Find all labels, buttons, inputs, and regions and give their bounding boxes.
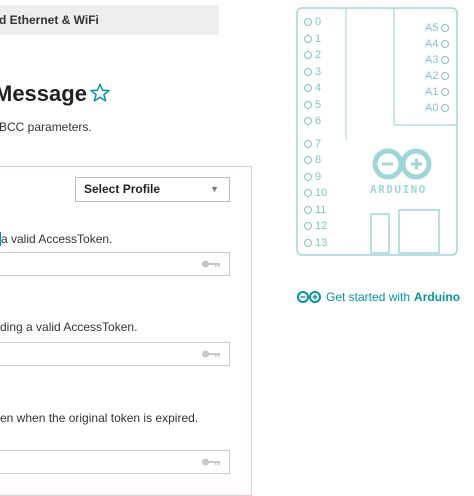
pin-label: 2 [315, 49, 322, 61]
page-title: Message [0, 81, 87, 106]
pin-label: A1 [425, 86, 439, 98]
pin-dot-icon [441, 88, 450, 96]
pin-label: 1 [315, 32, 322, 45]
arduino-infinity-icon [297, 291, 321, 303]
analog-pin-A2: A2 [425, 70, 450, 82]
pin-dot-icon [441, 24, 450, 32]
digital-pin-13: 13 [304, 237, 327, 249]
pin-dot-icon [441, 40, 450, 48]
pin-dot-icon [304, 100, 312, 109]
pin-dot-icon [441, 104, 450, 112]
get-started-text: Get started with [326, 290, 411, 304]
pin-dot-icon [304, 18, 312, 26]
pin-label: 6 [315, 115, 322, 127]
client-secret-input[interactable] [0, 450, 230, 474]
board-logo-text: ARDUINO [370, 183, 427, 196]
pin-label: A0 [425, 102, 439, 114]
pin-label: 11 [315, 203, 327, 216]
profile-select[interactable]: Select Profile ▼ [75, 177, 230, 202]
key-icon [202, 260, 220, 268]
analog-pin-A4: A4 [425, 38, 450, 50]
digital-pin-5: 5 [304, 99, 321, 111]
pin-label: 0 [315, 16, 322, 28]
digital-pin-7: 7 [304, 138, 321, 150]
key-icon [202, 458, 220, 466]
pin-label: 7 [315, 137, 322, 150]
pin-dot-icon [304, 205, 312, 214]
pin-dot-icon [304, 172, 312, 181]
analog-pin-A3: A3 [425, 54, 450, 66]
star-icon[interactable] [89, 82, 111, 104]
pin-label: 9 [315, 170, 322, 183]
pin-dot-icon [441, 56, 450, 64]
analog-pin-A1: A1 [425, 86, 450, 98]
digital-pin-3: 3 [304, 66, 321, 78]
field-label-3-text: en when the original token is expired. [0, 411, 199, 425]
pin-dot-icon [304, 67, 312, 76]
digital-pin-4: 4 [304, 82, 321, 94]
pin-dot-icon [304, 117, 312, 125]
access-token-input[interactable] [0, 252, 230, 276]
breadcrumb: d Ethernet & WiFi [0, 5, 219, 35]
pin-label: A4 [425, 38, 439, 50]
get-started-link[interactable]: Get started with Arduino [296, 290, 460, 304]
get-started-brand: Arduino [414, 290, 461, 304]
field-label-2: ding a valid AccessToken. [0, 320, 137, 334]
digital-pin-2: 2 [304, 49, 321, 61]
key-icon [202, 350, 220, 358]
field-label-2-text: ding a valid AccessToken. [0, 320, 138, 334]
breadcrumb-label: d Ethernet & WiFi [0, 13, 99, 27]
digital-pin-6: 6 [304, 115, 321, 127]
digital-pin-8: 8 [304, 154, 321, 166]
profile-select-value: Select Profile [84, 182, 161, 196]
pin-label: 4 [315, 82, 322, 94]
digital-pin-9: 9 [304, 171, 321, 183]
chevron-down-icon: ▼ [210, 184, 219, 194]
pin-label: A3 [425, 54, 439, 66]
field-label-1-text: a valid AccessToken. [0, 232, 113, 246]
pin-label: 8 [315, 154, 322, 166]
pin-label: A5 [425, 22, 439, 34]
pin-dot-icon [441, 72, 450, 80]
pin-dot-icon [304, 189, 312, 197]
digital-pin-1: 1 [304, 33, 321, 45]
page-subtitle: BCC parameters. [0, 120, 92, 134]
pin-label: 10 [315, 187, 328, 199]
analog-pin-A0: A0 [425, 102, 450, 114]
pin-dot-icon [304, 222, 312, 230]
field-label-1: a valid AccessToken. [0, 232, 113, 246]
pin-dot-icon [304, 84, 312, 92]
pin-label: 12 [315, 220, 328, 232]
pin-label: 3 [315, 65, 322, 78]
pin-dot-icon [304, 156, 312, 164]
pin-dot-icon [304, 139, 312, 148]
pin-label: 5 [315, 98, 322, 111]
pin-dot-icon [304, 238, 312, 247]
digital-pin-12: 12 [304, 220, 327, 232]
pin-label: A2 [425, 70, 439, 82]
pin-dot-icon [304, 51, 312, 59]
digital-pin-10: 10 [304, 187, 327, 199]
pin-dot-icon [304, 34, 312, 43]
digital-pin-11: 11 [304, 204, 326, 216]
refresh-token-input[interactable] [0, 342, 230, 366]
digital-pin-0: 0 [304, 16, 321, 28]
analog-pin-A5: A5 [425, 22, 450, 34]
pin-label: 13 [315, 236, 328, 249]
field-label-3: en when the original token is expired. [0, 411, 198, 425]
